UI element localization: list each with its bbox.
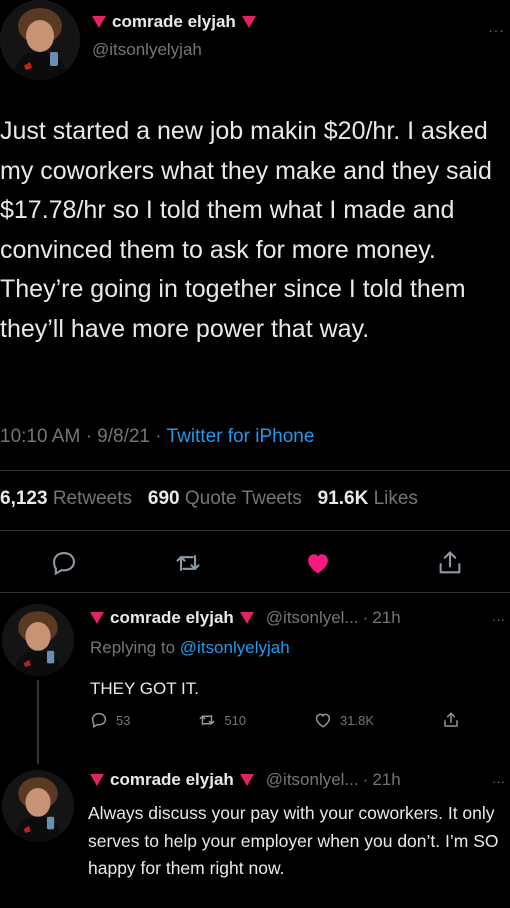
reply-text: Always discuss your pay with your cowork… xyxy=(88,803,499,878)
heart-outline-icon xyxy=(315,713,331,728)
retweet-icon xyxy=(199,714,215,726)
red-triangle-icon xyxy=(92,16,106,28)
reply-handle[interactable]: @itsonlyel... xyxy=(266,608,359,628)
replying-to-handle[interactable]: @itsonlyelyjah xyxy=(180,638,290,657)
avatar[interactable] xyxy=(2,770,74,842)
tweet-date: 9/8/21 xyxy=(97,426,150,447)
tweet-time: 10:10 AM xyxy=(0,426,81,447)
reply-display-name[interactable]: comrade elyjah xyxy=(110,770,234,790)
divider xyxy=(0,470,510,471)
avatar[interactable] xyxy=(0,0,80,80)
display-name[interactable]: comrade elyjah xyxy=(112,12,236,32)
reply-age[interactable]: 21h xyxy=(372,608,400,628)
reply-age[interactable]: 21h xyxy=(372,770,400,790)
handle[interactable]: @itsonlyelyjah xyxy=(92,40,202,60)
share-icon xyxy=(444,712,458,727)
reply-text: THEY GOT IT. xyxy=(90,679,199,698)
replying-to-label: Replying to xyxy=(90,638,176,657)
profile-photo-icon xyxy=(2,604,74,676)
red-triangle-icon xyxy=(90,612,104,624)
reply-reply-button[interactable]: 53 xyxy=(90,711,130,729)
avatar[interactable] xyxy=(2,604,74,676)
quote-tweets-stat[interactable]: 690 Quote Tweets xyxy=(148,488,307,509)
divider xyxy=(0,592,510,593)
like-icon[interactable] xyxy=(304,549,332,577)
divider xyxy=(0,530,510,531)
reply-icon[interactable] xyxy=(50,549,78,577)
retweet-icon[interactable] xyxy=(174,549,202,577)
reply-share-button[interactable] xyxy=(442,711,460,729)
tweet-source-link[interactable]: Twitter for iPhone xyxy=(167,426,315,447)
reply-display-name[interactable]: comrade elyjah xyxy=(110,608,234,628)
more-dots-icon[interactable]: ··· xyxy=(492,612,505,627)
red-triangle-icon xyxy=(241,16,256,28)
more-dots-icon[interactable]: ··· xyxy=(492,774,505,789)
like-count: 31.8K xyxy=(340,712,375,728)
thread-line xyxy=(37,680,39,764)
reply-icon xyxy=(91,712,107,729)
likes-stat[interactable]: 91.6K Likes xyxy=(318,488,418,509)
reply-retweet-button[interactable]: 510 xyxy=(198,711,246,729)
retweets-stat[interactable]: 6,123 Retweets xyxy=(0,488,137,509)
retweet-count: 510 xyxy=(224,712,247,728)
more-dots-icon[interactable]: ··· xyxy=(488,22,505,38)
red-triangle-icon xyxy=(239,774,254,786)
reply-handle[interactable]: @itsonlyel... xyxy=(266,770,359,790)
reply-count: 53 xyxy=(116,712,131,728)
reply-like-button[interactable]: 31.8K xyxy=(314,711,374,729)
profile-photo-icon xyxy=(0,0,80,80)
red-triangle-icon xyxy=(90,774,104,786)
tweet-text: Just started a new job makin $20/hr. I a… xyxy=(0,117,492,343)
red-triangle-icon xyxy=(239,612,254,624)
share-icon[interactable] xyxy=(436,549,464,577)
profile-photo-icon xyxy=(2,770,74,842)
